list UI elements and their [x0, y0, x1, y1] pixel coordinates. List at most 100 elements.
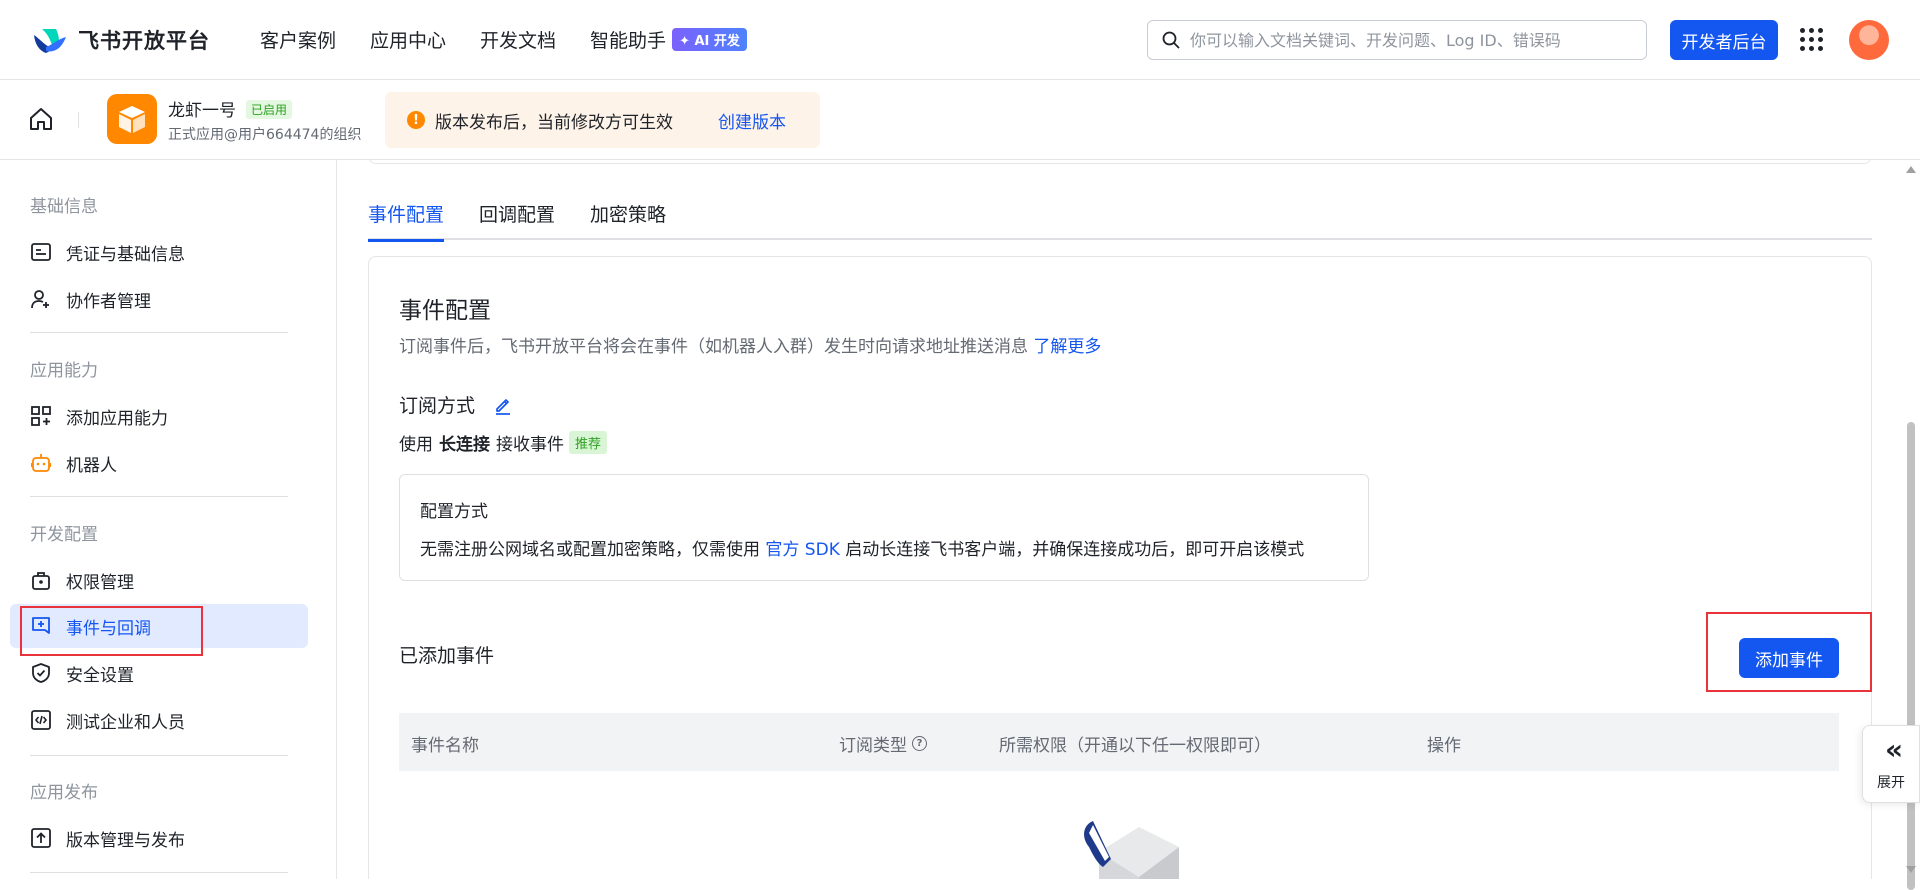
card-title: 事件配置	[399, 298, 491, 324]
nav-item-assistant[interactable]: 智能助手 ✦ AI 开发	[590, 26, 747, 53]
sidebar-divider	[30, 496, 288, 497]
scrollbar-thumb[interactable]	[1907, 422, 1915, 890]
robot-icon	[30, 452, 52, 474]
feishu-logo-icon	[34, 29, 66, 53]
column-header-subscription-type: 订阅类型 ?	[839, 731, 927, 756]
sidebar-section-dev-config: 开发配置	[30, 525, 98, 545]
app-icon	[107, 94, 157, 144]
app-grid-icon[interactable]	[1800, 28, 1824, 52]
code-icon	[30, 709, 52, 731]
sidebar-item-label: 机器人	[66, 455, 117, 476]
create-version-link[interactable]: 创建版本	[718, 108, 786, 133]
learn-more-link[interactable]: 了解更多	[1033, 337, 1101, 357]
sidebar-item-versions[interactable]: 版本管理与发布	[10, 816, 308, 860]
sidebar: 基础信息 凭证与基础信息 协作者管理 应用能力 添加应用能力 机器人 开发配置 …	[0, 160, 337, 879]
sidebar-item-label: 凭证与基础信息	[66, 244, 185, 265]
shield-icon	[30, 662, 52, 684]
scroll-down-arrow-icon[interactable]	[1906, 866, 1916, 873]
sidebar-item-collaborators[interactable]: 协作者管理	[10, 277, 308, 321]
add-app-icon	[30, 405, 52, 427]
box-icon	[119, 106, 145, 133]
upload-icon	[30, 827, 52, 849]
config-text-pre: 无需注册公网域名或配置加密策略，仅需使用	[420, 540, 760, 560]
nav-item-docs[interactable]: 开发文档	[480, 26, 556, 53]
official-sdk-link[interactable]: 官方 SDK	[765, 540, 839, 560]
mode-name: 长连接	[439, 435, 490, 455]
app-name-text: 龙虾一号	[168, 101, 236, 121]
logo-text: 飞书开放平台	[78, 29, 210, 53]
card-description-text: 订阅事件后，飞书开放平台将会在事件（如机器人入群）发生时向请求地址推送消息	[399, 337, 1028, 357]
double-chevron-left-icon: «	[1884, 733, 1903, 766]
mode-prefix: 使用	[399, 435, 433, 455]
expand-panel-button[interactable]: « 展开	[1862, 725, 1920, 803]
app-header: 龙虾一号 已启用 正式应用@用户664474的组织 ! 版本发布后，当前修改方可生…	[0, 80, 1920, 160]
column-header-event-name: 事件名称	[411, 736, 479, 756]
version-notice: ! 版本发布后，当前修改方可生效 创建版本	[385, 92, 820, 148]
sidebar-item-label: 权限管理	[66, 572, 134, 593]
help-icon[interactable]: ?	[912, 736, 927, 751]
id-card-icon	[30, 241, 52, 263]
sidebar-item-label: 协作者管理	[66, 291, 151, 312]
sidebar-section-release: 应用发布	[30, 783, 98, 803]
warning-icon: !	[407, 111, 425, 129]
search-input[interactable]	[1190, 30, 1620, 50]
app-org: 正式应用@用户664474的组织	[168, 127, 362, 143]
status-badge: 已启用	[246, 100, 293, 119]
added-events-title: 已添加事件	[399, 645, 495, 667]
scroll-up-arrow-icon[interactable]	[1906, 166, 1916, 173]
card-description: 订阅事件后，飞书开放平台将会在事件（如机器人入群）发生时向请求地址推送消息 了解…	[399, 332, 1101, 357]
tab-event-config[interactable]: 事件配置	[368, 192, 445, 242]
tab-callback-config[interactable]: 回调配置	[479, 192, 555, 240]
nav-item-cases[interactable]: 客户案例	[260, 26, 336, 53]
sidebar-divider	[30, 872, 288, 873]
config-method-box: 配置方式 无需注册公网域名或配置加密策略，仅需使用 官方 SDK 启动长连接飞书…	[399, 474, 1369, 581]
sidebar-item-label: 版本管理与发布	[66, 830, 185, 851]
nav-item-assistant-label: 智能助手	[590, 30, 667, 52]
feishu-logo[interactable]: 飞书开放平台	[32, 24, 210, 56]
column-header-permissions: 所需权限（开通以下任一权限即可）	[999, 736, 1271, 756]
sidebar-item-security[interactable]: 安全设置	[10, 651, 308, 695]
lock-bag-icon	[30, 569, 52, 591]
tab-encryption[interactable]: 加密策略	[590, 192, 666, 240]
event-config-card: 事件配置 订阅事件后，飞书开放平台将会在事件（如机器人入群）发生时向请求地址推送…	[368, 256, 1872, 879]
ai-dev-badge: ✦ AI 开发	[672, 28, 747, 51]
nav-item-app-center[interactable]: 应用中心	[370, 26, 446, 53]
column-header-actions: 操作	[1427, 736, 1461, 756]
main-content: 事件配置 回调配置 加密策略 事件配置 订阅事件后，飞书开放平台将会在事件（如机…	[338, 160, 1902, 879]
sidebar-item-permissions[interactable]: 权限管理	[10, 558, 308, 602]
empty-state-illustration	[1084, 821, 1179, 879]
edit-icon[interactable]	[493, 395, 513, 415]
subscribe-mode: 使用 长连接 接收事件 推荐	[399, 430, 608, 455]
subscribe-method-label: 订阅方式	[399, 395, 476, 417]
config-method-title: 配置方式	[420, 502, 488, 522]
notice-text: 版本发布后，当前修改方可生效	[435, 112, 673, 133]
expand-label: 展开	[1877, 775, 1905, 791]
highlight-box-events	[20, 606, 203, 656]
sidebar-item-add-capability[interactable]: 添加应用能力	[10, 394, 308, 438]
user-add-icon	[30, 288, 52, 310]
events-table-header: 事件名称 订阅类型 ? 所需权限（开通以下任一权限即可） 操作	[399, 713, 1839, 771]
user-avatar[interactable]	[1849, 20, 1889, 60]
search-icon	[1162, 31, 1180, 49]
sidebar-section-basic: 基础信息	[30, 197, 98, 217]
search-box[interactable]	[1147, 20, 1647, 60]
home-icon[interactable]	[28, 106, 54, 132]
sidebar-item-credentials[interactable]: 凭证与基础信息	[10, 230, 308, 274]
config-tabs: 事件配置 回调配置 加密策略	[368, 192, 1872, 242]
header-divider	[78, 112, 79, 128]
sidebar-item-label: 添加应用能力	[66, 408, 168, 429]
main-nav: 客户案例 应用中心 开发文档 智能助手 ✦ AI 开发	[260, 26, 781, 53]
sidebar-divider	[30, 755, 288, 756]
app-name: 龙虾一号 已启用	[168, 96, 293, 121]
highlight-box-add-event	[1706, 612, 1872, 692]
mode-suffix: 接收事件	[496, 435, 564, 455]
config-method-text: 无需注册公网域名或配置加密策略，仅需使用 官方 SDK 启动长连接飞书客户端，并…	[420, 535, 1304, 560]
column-header-subscription-type-label: 订阅类型	[839, 736, 907, 756]
sidebar-item-label: 安全设置	[66, 665, 134, 686]
sidebar-divider	[30, 332, 288, 333]
sidebar-item-bot[interactable]: 机器人	[10, 441, 308, 485]
subscribe-method-title: 订阅方式	[399, 391, 513, 418]
sidebar-item-test-users[interactable]: 测试企业和人员	[10, 698, 308, 742]
sidebar-section-capabilities: 应用能力	[30, 361, 98, 381]
developer-console-button[interactable]: 开发者后台	[1670, 20, 1778, 60]
